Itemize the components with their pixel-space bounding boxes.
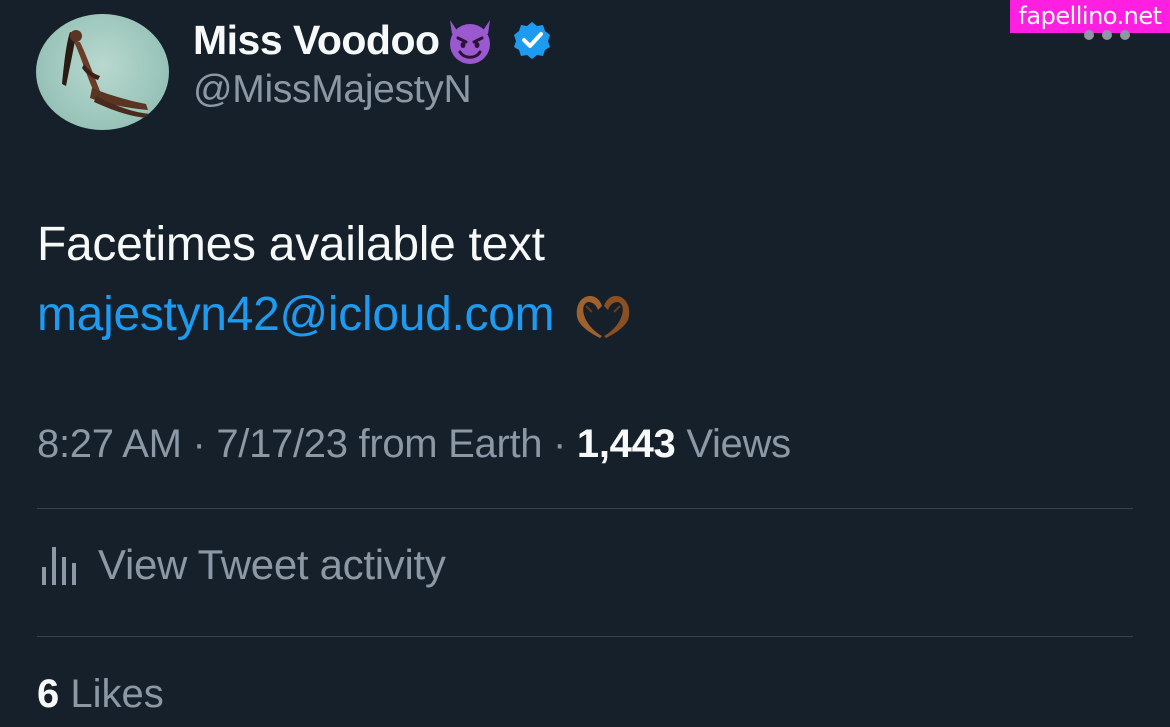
- meta-separator: ·: [542, 422, 577, 466]
- tweet-header: Miss Voodoo @MissMajestyN: [36, 14, 552, 130]
- divider: [37, 508, 1133, 509]
- author-handle[interactable]: @MissMajestyN: [193, 68, 552, 112]
- avatar[interactable]: [36, 14, 169, 130]
- tweet-time[interactable]: 8:27 AM: [37, 422, 182, 466]
- more-options-icon[interactable]: [1084, 28, 1130, 42]
- smiling-face-with-horns-icon: [449, 20, 490, 64]
- tweet-date[interactable]: 7/17/23: [216, 422, 348, 466]
- verified-badge-icon: [513, 22, 550, 59]
- views-label: Views: [675, 422, 791, 466]
- heart-hands-icon: [577, 296, 630, 338]
- author-names: Miss Voodoo @MissMajestyN: [193, 14, 552, 112]
- views-count: 1,443: [576, 422, 676, 466]
- meta-separator: ·: [181, 422, 217, 466]
- tweet-body: Facetimes available text majestyn42@iclo…: [37, 210, 634, 350]
- email-link[interactable]: majestyn42@icloud.com: [37, 280, 555, 350]
- activity-label: View Tweet activity: [98, 541, 446, 588]
- divider: [37, 636, 1133, 637]
- display-name-row: Miss Voodoo: [193, 14, 552, 66]
- analytics-icon: [42, 547, 76, 585]
- likes-count: 6: [37, 672, 60, 716]
- display-name[interactable]: Miss Voodoo: [193, 17, 440, 64]
- tweet-text-line: Facetimes available text: [37, 210, 634, 280]
- tweet-link-line: majestyn42@icloud.com: [37, 280, 634, 350]
- likes-label: Likes: [59, 672, 164, 716]
- tweet-meta: 8:27 AM · 7/17/23 from Earth · 1,443 Vie…: [37, 422, 791, 467]
- tweet-source: from Earth: [347, 422, 543, 466]
- view-tweet-activity-button[interactable]: View Tweet activity: [40, 541, 446, 589]
- likes-stat[interactable]: 6 Likes: [37, 672, 164, 717]
- tweet-text: Facetimes available text: [37, 218, 545, 271]
